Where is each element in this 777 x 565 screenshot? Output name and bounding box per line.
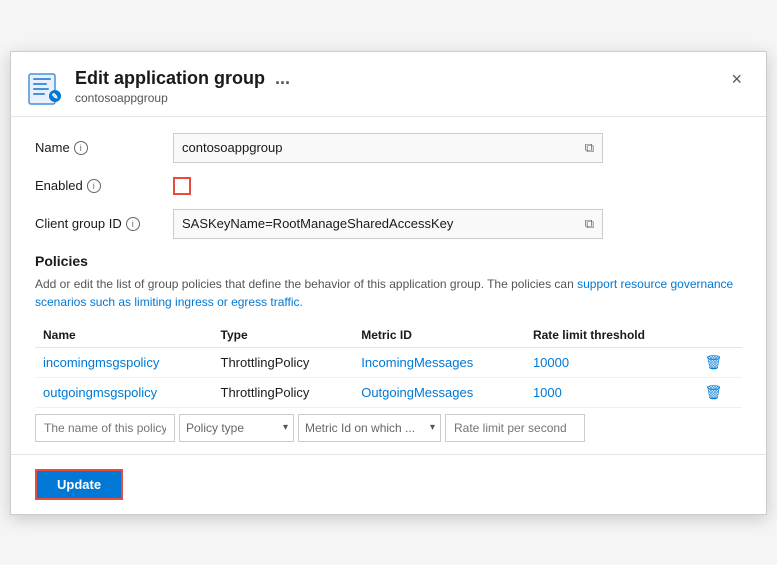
row2-metric-id: OutgoingMessages xyxy=(353,377,525,407)
enabled-row: Enabled i xyxy=(35,177,742,195)
enabled-info-icon[interactable]: i xyxy=(87,179,101,193)
name-field-wrapper: ⧉ xyxy=(173,133,603,163)
update-button[interactable]: Update xyxy=(35,469,123,500)
enabled-label: Enabled i xyxy=(35,178,165,193)
dialog-body: Name i ⧉ Enabled i Client group ID i xyxy=(11,117,766,442)
client-group-id-copy-icon[interactable]: ⧉ xyxy=(585,216,594,232)
policies-description: Add or edit the list of group policies t… xyxy=(35,275,742,311)
checkbox-inner xyxy=(177,181,187,191)
col-rate-limit: Rate limit threshold xyxy=(525,323,697,348)
row2-delete-icon[interactable]: 🗑 xyxy=(705,384,723,400)
edit-application-group-dialog: ✎ Edit application group ... contosoappg… xyxy=(10,51,767,515)
col-metric-id: Metric ID xyxy=(353,323,525,348)
close-button[interactable]: × xyxy=(727,68,746,90)
name-copy-icon[interactable]: ⧉ xyxy=(585,140,594,156)
col-name: Name xyxy=(35,323,213,348)
policy-type-select-wrapper: Policy type ThrottlingPolicy ▾ xyxy=(179,414,294,442)
table-row: incomingmsgspolicy ThrottlingPolicy Inco… xyxy=(35,347,742,377)
row1-rate-limit: 10000 xyxy=(525,347,697,377)
policies-table: Name Type Metric ID Rate limit threshold… xyxy=(35,323,742,408)
dialog-header: ✎ Edit application group ... contosoappg… xyxy=(11,52,766,117)
policies-section: Policies Add or edit the list of group p… xyxy=(35,253,742,442)
enabled-checkbox[interactable] xyxy=(173,177,191,195)
row1-name: incomingmsgspolicy xyxy=(35,347,213,377)
client-group-id-info-icon[interactable]: i xyxy=(126,217,140,231)
row2-delete[interactable]: 🗑 xyxy=(697,377,742,407)
row1-metric-id: IncomingMessages xyxy=(353,347,525,377)
svg-text:✎: ✎ xyxy=(52,92,59,101)
col-actions xyxy=(697,323,742,348)
name-label: Name i xyxy=(35,140,165,155)
col-type: Type xyxy=(213,323,354,348)
rate-limit-input[interactable] xyxy=(445,414,585,442)
metric-id-select[interactable]: Metric Id on which ... IncomingMessages … xyxy=(298,414,441,442)
row2-name: outgoingmsgspolicy xyxy=(35,377,213,407)
row2-type: ThrottlingPolicy xyxy=(213,377,354,407)
client-group-id-label: Client group ID i xyxy=(35,216,165,231)
row1-type: ThrottlingPolicy xyxy=(213,347,354,377)
name-info-icon[interactable]: i xyxy=(74,141,88,155)
name-row: Name i ⧉ xyxy=(35,133,742,163)
dialog-icon: ✎ xyxy=(27,70,63,106)
dialog-title-text: Edit application group xyxy=(75,68,265,89)
dialog-more-options[interactable]: ... xyxy=(275,68,290,89)
client-group-id-wrapper: ⧉ xyxy=(173,209,603,239)
policies-link[interactable]: support resource governance scenarios su… xyxy=(35,277,733,309)
row2-rate-limit: 1000 xyxy=(525,377,697,407)
dialog-title: Edit application group ... xyxy=(75,68,715,89)
add-policy-row: Policy type ThrottlingPolicy ▾ Metric Id… xyxy=(35,414,742,442)
dialog-title-block: Edit application group ... contosoappgro… xyxy=(75,68,715,105)
name-input[interactable] xyxy=(182,140,585,155)
policies-title: Policies xyxy=(35,253,742,269)
dialog-subtitle: contosoappgroup xyxy=(75,91,715,105)
new-policy-name-input[interactable] xyxy=(35,414,175,442)
metric-id-select-wrapper: Metric Id on which ... IncomingMessages … xyxy=(298,414,441,442)
row1-delete-icon[interactable]: 🗑 xyxy=(705,354,723,370)
dialog-footer: Update xyxy=(11,454,766,514)
table-row: outgoingmsgspolicy ThrottlingPolicy Outg… xyxy=(35,377,742,407)
policy-type-select[interactable]: Policy type ThrottlingPolicy xyxy=(179,414,294,442)
client-group-id-row: Client group ID i ⧉ xyxy=(35,209,742,239)
client-group-id-input[interactable] xyxy=(182,216,585,231)
row1-delete[interactable]: 🗑 xyxy=(697,347,742,377)
table-header-row: Name Type Metric ID Rate limit threshold xyxy=(35,323,742,348)
